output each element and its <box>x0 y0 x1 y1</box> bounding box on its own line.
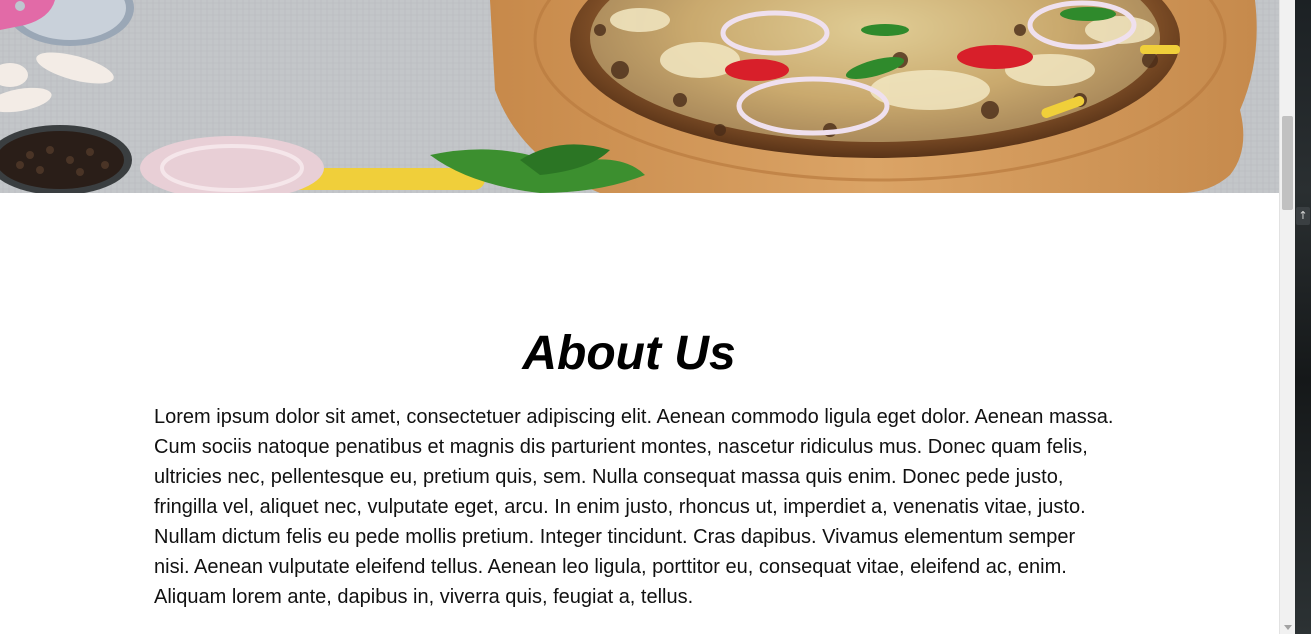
scroll-down-arrow-icon[interactable] <box>1284 625 1292 630</box>
page-scrollbar[interactable] <box>1279 0 1295 634</box>
pizza-banner-image <box>0 0 1279 193</box>
scrollbar-thumb[interactable] <box>1282 116 1293 210</box>
about-body-text: Lorem ipsum dolor sit amet, consectetuer… <box>154 406 1114 608</box>
about-section: About Us Lorem ipsum dolor sit amet, con… <box>154 322 1114 612</box>
hero-banner <box>0 0 1279 193</box>
page-viewport: About Us Lorem ipsum dolor sit amet, con… <box>0 0 1279 634</box>
side-panel: ↑ <box>1295 0 1311 634</box>
arrow-up-icon[interactable]: ↑ <box>1296 207 1310 225</box>
about-title: About Us <box>522 327 736 380</box>
